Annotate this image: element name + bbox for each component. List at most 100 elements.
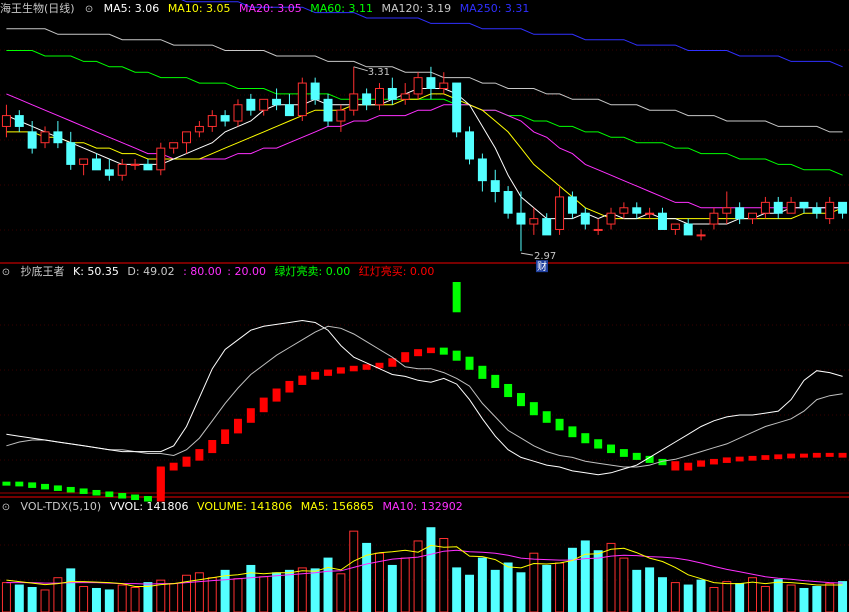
candle[interactable] bbox=[632, 202, 642, 219]
candle[interactable] bbox=[503, 186, 513, 219]
candle[interactable] bbox=[465, 126, 475, 165]
signal-bar bbox=[491, 374, 500, 388]
candle[interactable] bbox=[786, 196, 796, 214]
candle[interactable] bbox=[426, 66, 436, 100]
candle[interactable] bbox=[79, 158, 89, 176]
candle[interactable] bbox=[66, 131, 76, 170]
candle[interactable] bbox=[400, 83, 410, 105]
candle-body bbox=[246, 98, 256, 111]
candle[interactable] bbox=[555, 186, 565, 235]
candle[interactable] bbox=[14, 110, 24, 132]
candle[interactable] bbox=[593, 218, 603, 235]
candle[interactable] bbox=[490, 169, 500, 203]
candle[interactable] bbox=[27, 121, 37, 154]
candle[interactable] bbox=[606, 207, 616, 230]
candle[interactable] bbox=[156, 142, 166, 176]
candle[interactable] bbox=[130, 158, 140, 170]
candle[interactable] bbox=[1, 104, 11, 138]
candle[interactable] bbox=[580, 207, 590, 230]
candle[interactable] bbox=[233, 99, 243, 127]
stock-chart-canvas[interactable]: 3.312.97财 bbox=[0, 0, 849, 612]
ma60-line bbox=[6, 50, 843, 176]
candle[interactable] bbox=[246, 93, 256, 116]
candle-body bbox=[529, 218, 539, 225]
candle[interactable] bbox=[323, 93, 333, 127]
candle[interactable] bbox=[220, 110, 230, 127]
candle-body bbox=[748, 212, 758, 220]
kd-red-signal: 红灯亮买: 0.00 bbox=[358, 265, 435, 278]
candle[interactable] bbox=[709, 207, 719, 230]
volume-bar bbox=[310, 568, 320, 612]
ma120-line bbox=[6, 28, 843, 133]
candle[interactable] bbox=[799, 201, 809, 214]
candle[interactable] bbox=[362, 88, 372, 111]
candle-body bbox=[555, 196, 565, 230]
volume-bar bbox=[439, 538, 449, 612]
candle-body bbox=[336, 109, 346, 122]
candle[interactable] bbox=[529, 207, 539, 235]
chevron-down-icon[interactable]: ⊙ bbox=[0, 265, 12, 281]
chevron-down-icon[interactable]: ⊙ bbox=[0, 500, 12, 516]
signal-bar bbox=[812, 452, 821, 458]
signal-bar bbox=[774, 454, 783, 460]
candle[interactable] bbox=[645, 207, 655, 219]
signal-bar bbox=[671, 461, 680, 471]
candle[interactable] bbox=[207, 110, 217, 132]
candle[interactable] bbox=[760, 196, 770, 219]
candle[interactable] bbox=[657, 207, 667, 230]
volume-bar bbox=[567, 547, 577, 612]
candle[interactable] bbox=[374, 83, 384, 111]
candle[interactable] bbox=[272, 88, 282, 111]
candle[interactable] bbox=[735, 202, 745, 225]
signal-bar bbox=[28, 482, 37, 488]
volume-bar bbox=[838, 581, 848, 612]
candle[interactable] bbox=[297, 77, 307, 122]
candle[interactable] bbox=[182, 131, 192, 154]
candle[interactable] bbox=[439, 72, 449, 94]
signal-bar bbox=[414, 349, 423, 357]
candle[interactable] bbox=[194, 121, 204, 138]
candle[interactable] bbox=[567, 191, 577, 219]
candle[interactable] bbox=[773, 196, 783, 219]
candle[interactable] bbox=[825, 196, 835, 225]
signal-bar bbox=[735, 456, 744, 462]
candle[interactable] bbox=[91, 153, 101, 171]
candle[interactable] bbox=[117, 158, 127, 181]
candle-body bbox=[91, 158, 101, 171]
candle[interactable] bbox=[477, 153, 487, 192]
candle[interactable] bbox=[722, 191, 732, 225]
candle[interactable] bbox=[619, 202, 629, 219]
volume-bar bbox=[66, 568, 76, 612]
candle[interactable] bbox=[683, 218, 693, 236]
candle-body bbox=[760, 201, 770, 214]
moving-average-lines bbox=[6, 0, 843, 225]
candle[interactable] bbox=[104, 158, 114, 181]
candle-body bbox=[580, 212, 590, 225]
vol-volume: VOLUME: 141806 bbox=[197, 500, 293, 513]
candle[interactable] bbox=[838, 201, 848, 219]
signal-bar bbox=[761, 455, 770, 460]
candle[interactable] bbox=[284, 93, 294, 117]
candle-body bbox=[40, 131, 50, 144]
candle[interactable] bbox=[143, 158, 153, 171]
signal-bar bbox=[272, 388, 281, 402]
legend-ma60: MA60: 3.11 bbox=[310, 2, 373, 15]
signal-bar bbox=[581, 433, 590, 444]
candle[interactable] bbox=[169, 142, 179, 154]
candle[interactable] bbox=[696, 229, 706, 241]
candle-body bbox=[838, 201, 848, 214]
candle[interactable] bbox=[452, 82, 462, 138]
signal-bar bbox=[478, 365, 487, 379]
candle[interactable] bbox=[748, 212, 758, 225]
chevron-down-icon[interactable]: ⊙ bbox=[83, 2, 95, 18]
candle-body bbox=[182, 131, 192, 144]
volume-bar bbox=[555, 562, 565, 612]
candle[interactable] bbox=[40, 126, 50, 149]
candle-body bbox=[683, 223, 693, 236]
candle[interactable] bbox=[516, 191, 526, 252]
candle[interactable] bbox=[670, 223, 680, 235]
candle[interactable] bbox=[349, 66, 359, 116]
candle[interactable] bbox=[53, 121, 63, 149]
signal-bar bbox=[208, 440, 217, 454]
candle[interactable] bbox=[812, 202, 822, 219]
